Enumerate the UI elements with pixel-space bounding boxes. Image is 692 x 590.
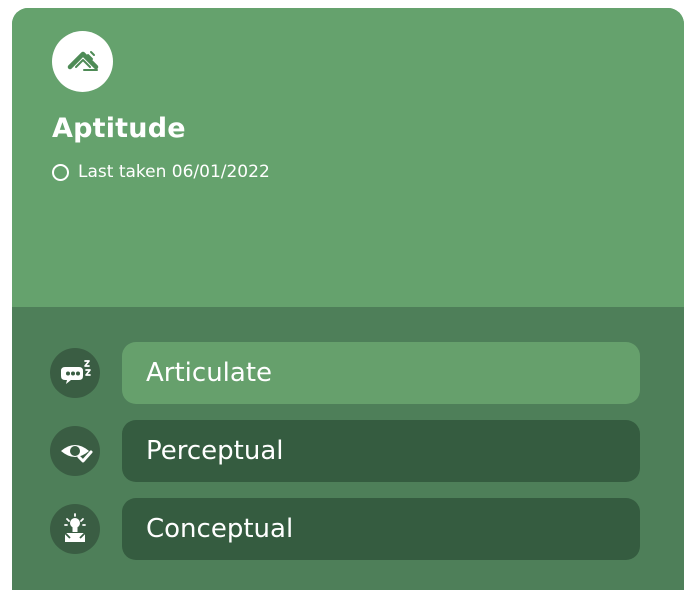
page-title: Aptitude [52,113,186,144]
category-button-conceptual[interactable]: Conceptual [122,498,640,560]
chevron-ruler-icon [52,31,113,92]
category-list: Articulate Perceptual Conceptual [12,307,684,590]
card-header: Aptitude Last taken 06/01/2022 [12,8,684,307]
lightbulb-box-icon [50,504,100,554]
list-item-perceptual: Perceptual [50,420,640,482]
aptitude-card: Aptitude Last taken 06/01/2022 Articulat… [12,8,684,590]
category-button-articulate[interactable]: Articulate [122,342,640,404]
speech-bubble-z-icon [50,348,100,398]
last-taken-label: Last taken 06/01/2022 [78,162,270,182]
list-item-conceptual: Conceptual [50,498,640,560]
last-taken-status: Last taken 06/01/2022 [52,160,270,184]
empty-circle-icon [52,163,69,181]
category-button-perceptual[interactable]: Perceptual [122,420,640,482]
list-item-articulate: Articulate [50,342,640,404]
eye-check-icon [50,426,100,476]
